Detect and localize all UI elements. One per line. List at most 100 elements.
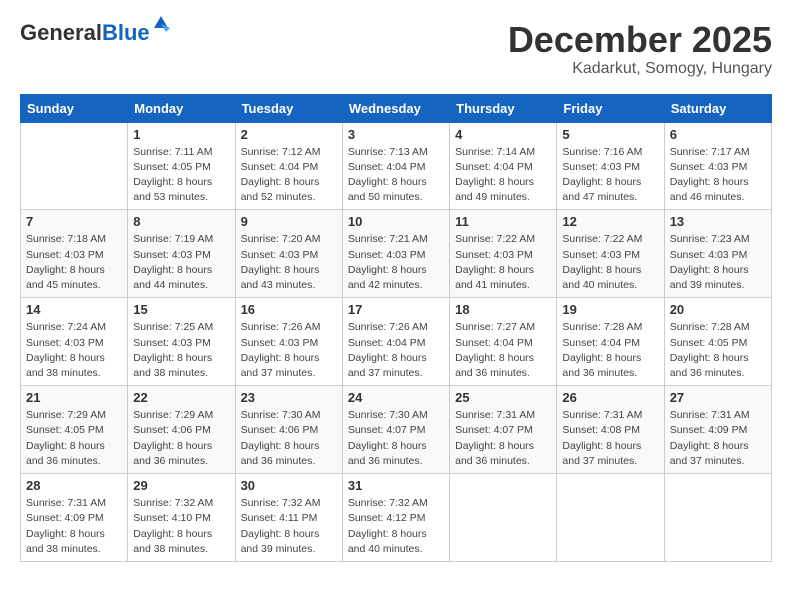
day-cell — [450, 474, 557, 562]
day-cell: 22 Sunrise: 7:29 AMSunset: 4:06 PMDayligh… — [128, 386, 235, 474]
day-cell: 3 Sunrise: 7:13 AMSunset: 4:04 PMDaylight… — [342, 122, 449, 210]
header-cell-friday: Friday — [557, 94, 664, 122]
day-number: 7 — [26, 214, 122, 229]
week-row-0: 1 Sunrise: 7:11 AMSunset: 4:05 PMDaylight… — [21, 122, 772, 210]
day-number: 27 — [670, 390, 766, 405]
page-header: GeneralBlue December 2025 Kadarkut, Somo… — [20, 20, 772, 78]
day-number: 25 — [455, 390, 551, 405]
calendar-header: SundayMondayTuesdayWednesdayThursdayFrid… — [21, 94, 772, 122]
day-info: Sunrise: 7:31 AMSunset: 4:09 PMDaylight:… — [670, 408, 766, 469]
day-number: 18 — [455, 302, 551, 317]
day-cell: 8Sunrise: 7:19 AMSunset: 4:03 PMDaylight… — [128, 210, 235, 298]
day-cell: 5 Sunrise: 7:16 AMSunset: 4:03 PMDaylight… — [557, 122, 664, 210]
day-cell: 15Sunrise: 7:25 AMSunset: 4:03 PMDayligh… — [128, 298, 235, 386]
day-number: 8 — [133, 214, 229, 229]
day-info: Sunrise: 7:27 AMSunset: 4:04 PMDaylight:… — [455, 320, 551, 381]
day-number: 6 — [670, 127, 766, 142]
day-number: 11 — [455, 214, 551, 229]
day-cell: 26 Sunrise: 7:31 AMSunset: 4:08 PMDayligh… — [557, 386, 664, 474]
day-info: Sunrise: 7:32 AMSunset: 4:12 PMDaylight:… — [348, 496, 444, 557]
day-number: 16 — [241, 302, 337, 317]
day-number: 1 — [133, 127, 229, 142]
day-info: Sunrise: 7:26 AMSunset: 4:03 PMDaylight:… — [241, 320, 337, 381]
day-cell: 30Sunrise: 7:32 AMSunset: 4:11 PMDayligh… — [235, 474, 342, 562]
day-cell: 21 Sunrise: 7:29 AMSunset: 4:05 PMDayligh… — [21, 386, 128, 474]
day-number: 3 — [348, 127, 444, 142]
week-row-1: 7 Sunrise: 7:18 AMSunset: 4:03 PMDaylight… — [21, 210, 772, 298]
logo-icon — [152, 14, 170, 32]
day-info: Sunrise: 7:28 AMSunset: 4:05 PMDaylight:… — [670, 320, 766, 381]
day-cell: 6 Sunrise: 7:17 AMSunset: 4:03 PMDaylight… — [664, 122, 771, 210]
day-info: Sunrise: 7:31 AMSunset: 4:09 PMDaylight:… — [26, 496, 122, 557]
day-number: 22 — [133, 390, 229, 405]
title-block: December 2025 Kadarkut, Somogy, Hungary — [508, 20, 772, 78]
day-info: Sunrise: 7:30 AMSunset: 4:07 PMDaylight:… — [348, 408, 444, 469]
logo-blue: Blue — [102, 20, 150, 45]
day-number: 19 — [562, 302, 658, 317]
day-number: 5 — [562, 127, 658, 142]
day-number: 29 — [133, 478, 229, 493]
day-info: Sunrise: 7:21 AMSunset: 4:03 PMDaylight:… — [348, 232, 444, 293]
day-cell: 10Sunrise: 7:21 AMSunset: 4:03 PMDayligh… — [342, 210, 449, 298]
day-number: 14 — [26, 302, 122, 317]
day-info: Sunrise: 7:28 AMSunset: 4:04 PMDaylight:… — [562, 320, 658, 381]
calendar-body: 1 Sunrise: 7:11 AMSunset: 4:05 PMDaylight… — [21, 122, 772, 561]
day-cell: 16 Sunrise: 7:26 AMSunset: 4:03 PMDayligh… — [235, 298, 342, 386]
day-info: Sunrise: 7:29 AMSunset: 4:05 PMDaylight:… — [26, 408, 122, 469]
day-cell: 20 Sunrise: 7:28 AMSunset: 4:05 PMDayligh… — [664, 298, 771, 386]
day-cell: 24 Sunrise: 7:30 AMSunset: 4:07 PMDayligh… — [342, 386, 449, 474]
day-info: Sunrise: 7:23 AMSunset: 4:03 PMDaylight:… — [670, 232, 766, 293]
day-cell: 28 Sunrise: 7:31 AMSunset: 4:09 PMDayligh… — [21, 474, 128, 562]
day-cell: 17Sunrise: 7:26 AMSunset: 4:04 PMDayligh… — [342, 298, 449, 386]
day-info: Sunrise: 7:22 AMSunset: 4:03 PMDaylight:… — [455, 232, 551, 293]
day-cell: 13Sunrise: 7:23 AMSunset: 4:03 PMDayligh… — [664, 210, 771, 298]
header-cell-wednesday: Wednesday — [342, 94, 449, 122]
page-subtitle: Kadarkut, Somogy, Hungary — [508, 60, 772, 78]
week-row-2: 14Sunrise: 7:24 AMSunset: 4:03 PMDayligh… — [21, 298, 772, 386]
day-info: Sunrise: 7:22 AMSunset: 4:03 PMDaylight:… — [562, 232, 658, 293]
day-cell: 25 Sunrise: 7:31 AMSunset: 4:07 PMDayligh… — [450, 386, 557, 474]
day-number: 12 — [562, 214, 658, 229]
day-info: Sunrise: 7:20 AMSunset: 4:03 PMDaylight:… — [241, 232, 337, 293]
calendar-table: SundayMondayTuesdayWednesdayThursdayFrid… — [20, 94, 772, 562]
day-cell: 29Sunrise: 7:32 AMSunset: 4:10 PMDayligh… — [128, 474, 235, 562]
day-info: Sunrise: 7:18 AMSunset: 4:03 PMDaylight:… — [26, 232, 122, 293]
header-cell-thursday: Thursday — [450, 94, 557, 122]
day-cell: 19 Sunrise: 7:28 AMSunset: 4:04 PMDayligh… — [557, 298, 664, 386]
day-info: Sunrise: 7:29 AMSunset: 4:06 PMDaylight:… — [133, 408, 229, 469]
day-info: Sunrise: 7:31 AMSunset: 4:08 PMDaylight:… — [562, 408, 658, 469]
header-cell-tuesday: Tuesday — [235, 94, 342, 122]
day-cell: 23 Sunrise: 7:30 AMSunset: 4:06 PMDayligh… — [235, 386, 342, 474]
day-number: 4 — [455, 127, 551, 142]
day-cell: 9 Sunrise: 7:20 AMSunset: 4:03 PMDaylight… — [235, 210, 342, 298]
header-cell-monday: Monday — [128, 94, 235, 122]
logo-general: General — [20, 20, 102, 45]
day-number: 31 — [348, 478, 444, 493]
day-number: 21 — [26, 390, 122, 405]
day-number: 23 — [241, 390, 337, 405]
week-row-4: 28 Sunrise: 7:31 AMSunset: 4:09 PMDayligh… — [21, 474, 772, 562]
day-cell — [664, 474, 771, 562]
day-cell: 14Sunrise: 7:24 AMSunset: 4:03 PMDayligh… — [21, 298, 128, 386]
day-cell — [557, 474, 664, 562]
logo: GeneralBlue — [20, 20, 150, 46]
day-info: Sunrise: 7:17 AMSunset: 4:03 PMDaylight:… — [670, 145, 766, 206]
day-cell: 12 Sunrise: 7:22 AMSunset: 4:03 PMDayligh… — [557, 210, 664, 298]
day-info: Sunrise: 7:11 AMSunset: 4:05 PMDaylight:… — [133, 145, 229, 206]
day-cell: 1 Sunrise: 7:11 AMSunset: 4:05 PMDaylight… — [128, 122, 235, 210]
day-number: 2 — [241, 127, 337, 142]
day-number: 20 — [670, 302, 766, 317]
day-number: 24 — [348, 390, 444, 405]
day-cell: 4 Sunrise: 7:14 AMSunset: 4:04 PMDaylight… — [450, 122, 557, 210]
day-info: Sunrise: 7:31 AMSunset: 4:07 PMDaylight:… — [455, 408, 551, 469]
day-info: Sunrise: 7:13 AMSunset: 4:04 PMDaylight:… — [348, 145, 444, 206]
day-number: 9 — [241, 214, 337, 229]
day-info: Sunrise: 7:30 AMSunset: 4:06 PMDaylight:… — [241, 408, 337, 469]
header-cell-sunday: Sunday — [21, 94, 128, 122]
day-number: 28 — [26, 478, 122, 493]
day-info: Sunrise: 7:32 AMSunset: 4:11 PMDaylight:… — [241, 496, 337, 557]
day-info: Sunrise: 7:16 AMSunset: 4:03 PMDaylight:… — [562, 145, 658, 206]
day-number: 26 — [562, 390, 658, 405]
day-info: Sunrise: 7:14 AMSunset: 4:04 PMDaylight:… — [455, 145, 551, 206]
header-row: SundayMondayTuesdayWednesdayThursdayFrid… — [21, 94, 772, 122]
